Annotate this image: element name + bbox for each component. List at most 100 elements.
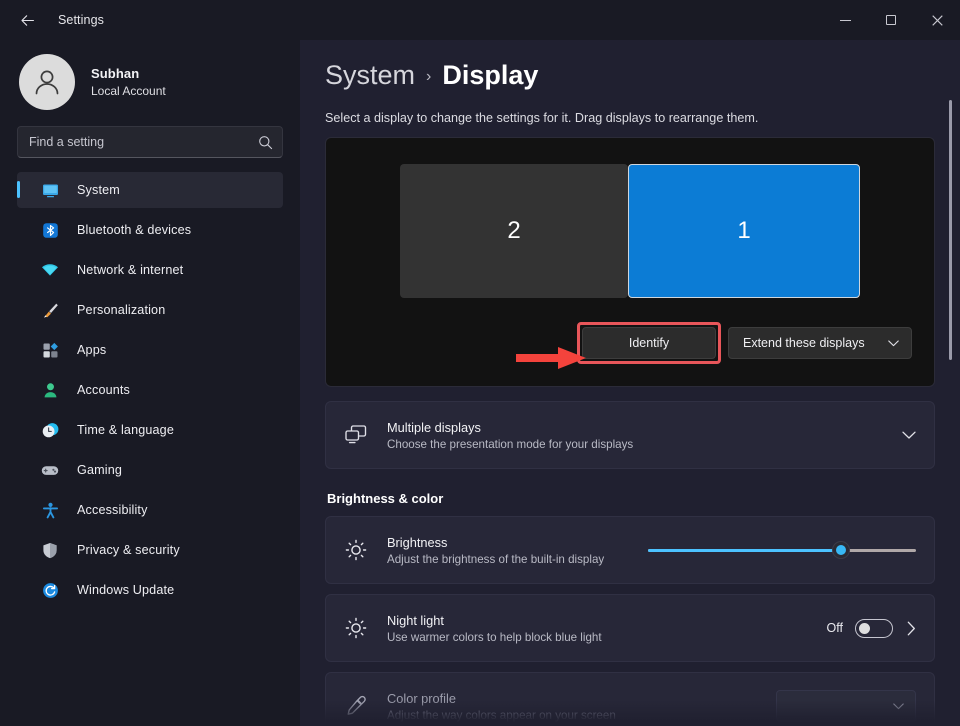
sidebar-item-system[interactable]: System (17, 172, 283, 208)
search-box[interactable] (17, 126, 283, 158)
brightness-title: Brightness (387, 535, 648, 550)
sidebar-item-gaming[interactable]: Gaming (17, 452, 283, 488)
identify-button-highlight: Identify (582, 327, 716, 359)
sidebar-item-accounts[interactable]: Accounts (17, 372, 283, 408)
identify-button[interactable]: Identify (582, 327, 716, 359)
page-subtitle: Select a display to change the settings … (325, 111, 960, 125)
sidebar-item-label: Personalization (77, 303, 165, 317)
sidebar-item-bluetooth-devices[interactable]: Bluetooth & devices (17, 212, 283, 248)
page-title: Display (442, 62, 538, 89)
sidebar-item-label: System (77, 183, 120, 197)
brightness-card: Brightness Adjust the brightness of the … (325, 516, 935, 584)
person-avatar-icon (30, 65, 64, 99)
breadcrumb: System › Display (325, 62, 960, 89)
sidebar-item-windows-update[interactable]: Windows Update (17, 572, 283, 608)
settings-window: Settings Subhan (0, 0, 960, 726)
color-profile-row[interactable]: Color profile Adjust the way colors appe… (326, 673, 934, 726)
sidebar-item-accessibility[interactable]: Accessibility (17, 492, 283, 528)
sidebar-item-time-language[interactable]: Time & language (17, 412, 283, 448)
sidebar-item-personalization[interactable]: Personalization (17, 292, 283, 328)
night-light-toggle[interactable] (855, 619, 893, 638)
scrollbar[interactable] (949, 100, 952, 660)
sidebar-item-label: Accessibility (77, 503, 148, 517)
sidebar-nav: System Bluetooth & devices (0, 172, 300, 608)
sidebar-item-label: Gaming (77, 463, 122, 477)
window-controls (822, 0, 960, 40)
paintbrush-icon (41, 301, 59, 319)
search-input[interactable] (29, 135, 258, 149)
search-wrap (0, 126, 300, 158)
bluetooth-icon (41, 221, 59, 239)
sidebar-item-label: Privacy & security (77, 543, 180, 557)
sidebar-item-label: Network & internet (77, 263, 183, 277)
night-light-row[interactable]: Night light Use warmer colors to help bl… (326, 595, 934, 661)
maximize-button[interactable] (868, 0, 914, 40)
chevron-down-icon (888, 340, 899, 347)
eyedropper-icon (343, 693, 369, 719)
update-refresh-icon (41, 581, 59, 599)
night-light-icon (343, 615, 369, 641)
main-content: System › Display Select a display to cha… (300, 40, 960, 726)
color-profile-text: Color profile Adjust the way colors appe… (387, 691, 776, 722)
monitor-arrangement: 2 1 (348, 164, 912, 298)
close-button[interactable] (914, 0, 960, 40)
search-icon[interactable] (258, 135, 273, 150)
color-profile-subtitle: Adjust the way colors appear on your scr… (387, 709, 776, 722)
sidebar-item-label: Bluetooth & devices (77, 223, 191, 237)
brightness-subtitle: Adjust the brightness of the built-in di… (387, 553, 648, 566)
sidebar-item-privacy-security[interactable]: Privacy & security (17, 532, 283, 568)
maximize-icon (886, 15, 896, 25)
sidebar-item-network-internet[interactable]: Network & internet (17, 252, 283, 288)
window-body: Subhan Local Account (0, 40, 960, 726)
back-arrow-icon (19, 12, 36, 29)
account-card[interactable]: Subhan Local Account (0, 40, 300, 126)
arrangement-actions: Identify Extend these displays (348, 327, 912, 359)
slider-fill (648, 549, 841, 552)
minimize-icon (840, 20, 851, 21)
color-profile-card: Color profile Adjust the way colors appe… (325, 672, 935, 726)
section-brightness-color: Brightness & color (327, 491, 960, 506)
window-title: Settings (58, 13, 104, 27)
color-profile-title: Color profile (387, 691, 776, 706)
chevron-down-icon (893, 703, 904, 710)
display-mode-dropdown[interactable]: Extend these displays (728, 327, 912, 359)
breadcrumb-separator-icon: › (426, 69, 431, 85)
gamepad-icon (41, 461, 59, 479)
sidebar-item-label: Apps (77, 343, 106, 357)
brightness-text: Brightness Adjust the brightness of the … (387, 535, 648, 566)
display-arrangement-card: 2 1 Identify Extend these displays (325, 137, 935, 387)
close-icon (932, 15, 943, 26)
monitor-tile-1[interactable]: 1 (628, 164, 860, 298)
account-type: Local Account (91, 84, 166, 98)
sidebar: Subhan Local Account (0, 40, 300, 726)
brightness-row: Brightness Adjust the brightness of the … (326, 517, 934, 583)
wifi-icon (41, 261, 59, 279)
night-light-state: Off (827, 621, 843, 635)
slider-thumb[interactable] (832, 541, 850, 559)
brightness-slider[interactable] (648, 540, 916, 560)
breadcrumb-parent[interactable]: System (325, 62, 415, 89)
multiple-displays-row[interactable]: Multiple displays Choose the presentatio… (326, 402, 934, 468)
multiple-displays-text: Multiple displays Choose the presentatio… (387, 420, 902, 451)
color-profile-dropdown[interactable] (776, 690, 916, 722)
chevron-down-icon[interactable] (902, 431, 916, 440)
multiple-displays-subtitle: Choose the presentation mode for your di… (387, 438, 902, 451)
avatar (19, 54, 75, 110)
multiple-displays-title: Multiple displays (387, 420, 902, 435)
back-button[interactable] (10, 5, 44, 35)
account-meta: Subhan Local Account (91, 66, 166, 98)
person-icon (41, 381, 59, 399)
night-light-toggle-group: Off (827, 619, 893, 638)
chevron-right-icon[interactable] (907, 621, 916, 636)
sidebar-item-label: Time & language (77, 423, 174, 437)
accessibility-icon (41, 501, 59, 519)
shield-icon (41, 541, 59, 559)
monitor-icon (41, 181, 59, 199)
scrollbar-thumb[interactable] (949, 100, 952, 360)
minimize-button[interactable] (822, 0, 868, 40)
display-mode-value: Extend these displays (743, 336, 865, 350)
monitor-tile-2[interactable]: 2 (400, 164, 628, 298)
night-light-card: Night light Use warmer colors to help bl… (325, 594, 935, 662)
sidebar-item-label: Accounts (77, 383, 130, 397)
sidebar-item-apps[interactable]: Apps (17, 332, 283, 368)
